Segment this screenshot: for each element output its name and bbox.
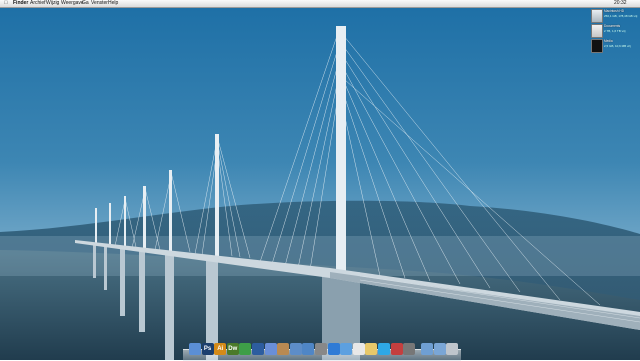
dock-photoshop-icon[interactable]: Ps [201, 343, 214, 355]
desktop-icon-info: 250,1 GB, 178,48 GB vrij [604, 14, 638, 18]
drive-icon [591, 39, 603, 53]
desktop-icon-media[interactable]: Media 2,5 GB, 10,6 MB vrij [591, 38, 637, 54]
desktop-icon-info: 2 TB, 1,6 TB vrij [604, 29, 626, 33]
menu-venster[interactable]: Venster [91, 0, 108, 7]
menu-archief[interactable]: Archief [30, 0, 46, 7]
menubar-clock[interactable]: 20:32 [614, 0, 627, 7]
dock-photo-booth-icon[interactable] [390, 343, 403, 355]
hard-drive-icon [591, 9, 603, 23]
menu-wijzig[interactable]: Wijzig [46, 0, 59, 7]
dock-notes-icon[interactable] [365, 343, 378, 355]
desktop-icon-macintosh-hd[interactable]: Macintosh HD 250,1 GB, 178,48 GB vrij [591, 8, 637, 24]
dock-app-store-icon[interactable] [327, 343, 340, 355]
menu-finder[interactable]: Finder [13, 0, 28, 7]
dock-documents-folder-icon[interactable] [433, 343, 446, 355]
apple-icon[interactable]:  [4, 0, 8, 7]
dock-illustrator-icon[interactable]: Ai [214, 343, 227, 355]
desktop-icon-label: Macintosh HD [604, 9, 625, 13]
menu-weergave[interactable]: Weergave [61, 0, 84, 7]
dock-mail-icon[interactable] [289, 343, 302, 355]
dock-safari-icon[interactable] [302, 343, 315, 355]
drive-icon [591, 24, 603, 38]
desktop-wallpaper [0, 0, 640, 360]
dock-system-preferences-icon[interactable] [315, 343, 327, 355]
dock: Ps Ai Dw [183, 340, 461, 361]
desktop-icon-label: Documents [604, 24, 621, 28]
dock-activity-monitor-icon[interactable] [403, 343, 416, 355]
dock-chrome-icon[interactable] [239, 343, 252, 355]
dock-trash-icon[interactable] [446, 343, 459, 355]
dock-xcode-icon[interactable] [252, 343, 264, 355]
desktop-icon-info: 2,5 GB, 10,6 MB vrij [604, 44, 631, 48]
desktop-icon-label: Media [604, 39, 613, 43]
dock-address-book-icon[interactable] [277, 343, 290, 355]
menu-ga[interactable]: Ga [82, 0, 89, 7]
dock-messages-icon[interactable] [340, 343, 353, 355]
dock-calendar-icon[interactable] [352, 343, 365, 355]
dock-applications-folder-icon[interactable] [421, 343, 434, 355]
menu-help[interactable]: Help [108, 0, 118, 7]
desktop-icon-documents[interactable]: Documents 2 TB, 1,6 TB vrij [591, 23, 637, 39]
dock-finder-icon[interactable] [189, 343, 201, 355]
dock-dreamweaver-icon[interactable]: Dw [226, 343, 239, 355]
dock-itunes-icon[interactable] [264, 343, 277, 355]
menu-bar:  Finder Archief Wijzig Weergave Ga Vens… [0, 0, 640, 8]
dock-skype-icon[interactable] [378, 343, 390, 355]
